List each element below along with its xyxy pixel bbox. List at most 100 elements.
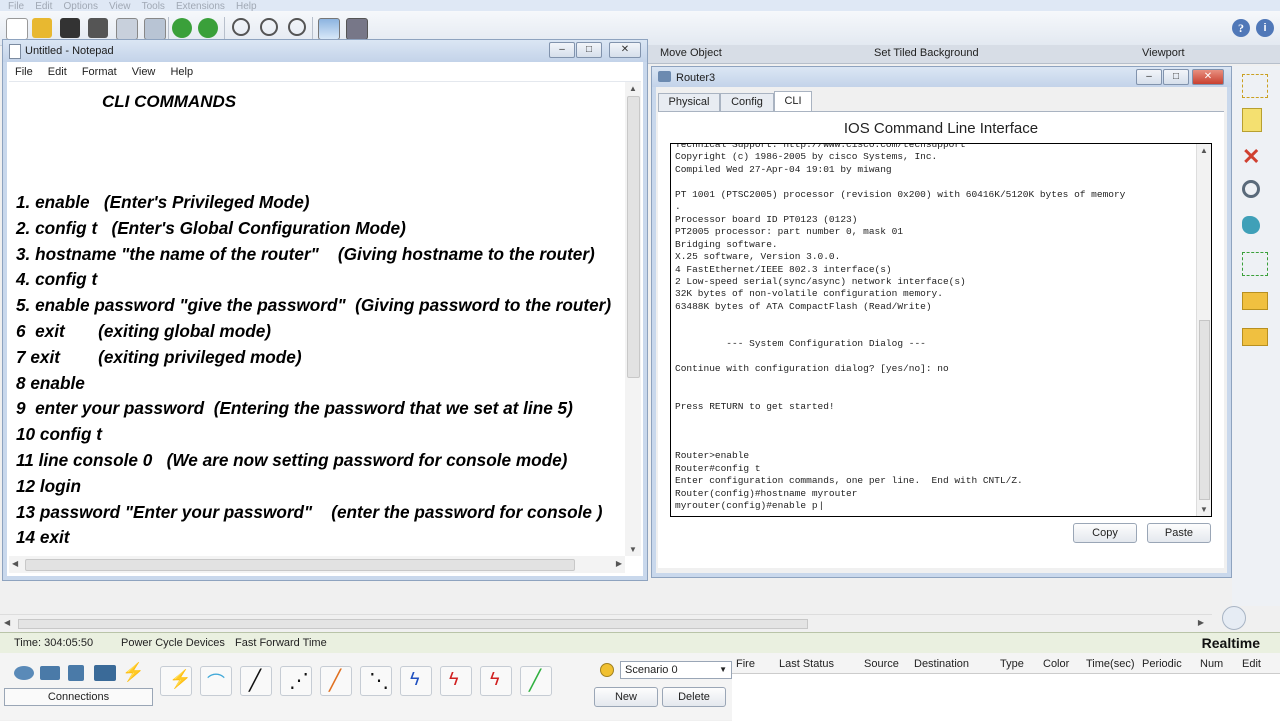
- undo-icon[interactable]: [172, 18, 192, 38]
- close-button[interactable]: ✕: [1192, 69, 1224, 85]
- scroll-right-icon[interactable]: ▶: [1198, 618, 1204, 627]
- notepad-menu-bar: File Edit Format View Help: [9, 63, 641, 82]
- phone-cable-icon[interactable]: ⋱: [360, 666, 392, 696]
- save-icon[interactable]: [60, 18, 80, 38]
- copy-icon[interactable]: [144, 18, 166, 40]
- notepad-menu-help[interactable]: Help: [170, 63, 193, 81]
- menu-edit[interactable]: Edit: [35, 2, 52, 12]
- scrollbar-thumb[interactable]: [18, 619, 808, 629]
- minimize-button[interactable]: –: [1136, 69, 1162, 85]
- realtime-clock-icon[interactable]: [1222, 606, 1246, 630]
- scenario-select[interactable]: Scenario 0 ▼: [620, 661, 732, 679]
- console-cable-icon[interactable]: ⌒: [200, 666, 232, 696]
- tab-physical[interactable]: Physical: [658, 93, 720, 111]
- close-button[interactable]: ✕: [609, 42, 641, 58]
- notepad-text-area[interactable]: CLI COMMANDS 1. enable (Enter's Privileg…: [9, 82, 625, 556]
- scroll-left-icon[interactable]: ◀: [12, 559, 18, 568]
- notepad-vertical-scrollbar[interactable]: ▲ ▼: [625, 82, 641, 556]
- help-icon[interactable]: ?: [1232, 19, 1250, 37]
- toolbar-separator: [312, 17, 313, 39]
- serial-dte-cable-icon[interactable]: ϟ: [480, 666, 512, 696]
- scrollbar-thumb[interactable]: [627, 96, 640, 378]
- workspace-horizontal-scrollbar[interactable]: ◀ ▶: [0, 614, 1212, 631]
- scroll-up-icon[interactable]: ▲: [1200, 146, 1208, 155]
- drawing-palette-icon[interactable]: [318, 18, 340, 40]
- scroll-right-icon[interactable]: ▶: [616, 559, 622, 568]
- pdu-list[interactable]: [732, 673, 1280, 721]
- select-icon[interactable]: [1242, 74, 1268, 98]
- activity-wizard-icon[interactable]: [116, 18, 138, 40]
- routers-category-icon[interactable]: [14, 666, 34, 680]
- realtime-mode-label[interactable]: Realtime: [1202, 635, 1260, 651]
- scrollbar-thumb[interactable]: [25, 559, 575, 571]
- open-folder-icon[interactable]: [32, 18, 52, 38]
- pdu-header-type: Type: [1000, 658, 1024, 670]
- coaxial-cable-icon[interactable]: ϟ: [400, 666, 432, 696]
- maximize-button[interactable]: □: [1163, 69, 1189, 85]
- notepad-menu-edit[interactable]: Edit: [48, 63, 67, 81]
- set-tiled-background-label[interactable]: Set Tiled Background: [874, 47, 979, 59]
- redo-icon[interactable]: [198, 18, 218, 38]
- notepad-menu-view[interactable]: View: [132, 63, 156, 81]
- crossover-cable-icon[interactable]: ⋰: [280, 666, 312, 696]
- device-category-label: Connections: [4, 688, 153, 706]
- viewport-label[interactable]: Viewport: [1142, 47, 1185, 59]
- tab-cli[interactable]: CLI: [774, 91, 812, 111]
- scrollbar-thumb[interactable]: [1199, 320, 1210, 500]
- fast-forward-time-button[interactable]: Fast Forward Time: [235, 637, 327, 649]
- delete-icon[interactable]: ✕: [1242, 146, 1266, 168]
- add-complex-pdu-icon[interactable]: [1242, 328, 1268, 346]
- menu-tools[interactable]: Tools: [142, 2, 165, 12]
- zoom-reset-icon[interactable]: [260, 18, 278, 36]
- move-object-label[interactable]: Move Object: [660, 47, 722, 59]
- straight-through-cable-icon[interactable]: ╱: [240, 666, 272, 696]
- menu-options[interactable]: Options: [63, 2, 97, 12]
- maximize-button[interactable]: □: [576, 42, 602, 58]
- copy-button[interactable]: Copy: [1073, 523, 1137, 543]
- menu-file[interactable]: File: [8, 2, 24, 12]
- console-scrollbar[interactable]: ▲ ▼: [1196, 144, 1211, 516]
- add-simple-pdu-icon[interactable]: [1242, 292, 1268, 310]
- print-icon[interactable]: [88, 18, 108, 38]
- serial-dce-cable-icon[interactable]: ϟ: [440, 666, 472, 696]
- new-file-icon[interactable]: [6, 18, 28, 40]
- scroll-down-icon[interactable]: ▼: [1200, 505, 1208, 514]
- notepad-line: 7 exit (exiting privileged mode): [16, 346, 302, 367]
- menu-extensions[interactable]: Extensions: [176, 2, 225, 12]
- auto-connection-icon[interactable]: ⚡: [160, 666, 192, 696]
- menu-help[interactable]: Help: [236, 2, 257, 12]
- notepad-horizontal-scrollbar[interactable]: ◀ ▶: [9, 556, 625, 573]
- notepad-menu-format[interactable]: Format: [82, 63, 117, 81]
- fiber-cable-icon[interactable]: ╱: [320, 666, 352, 696]
- delete-scenario-button[interactable]: Delete: [662, 687, 726, 707]
- menu-view[interactable]: View: [109, 2, 131, 12]
- paste-button[interactable]: Paste: [1147, 523, 1211, 543]
- notepad-titlebar[interactable]: Untitled - Notepad – □ ✕: [3, 40, 647, 62]
- zoom-out-icon[interactable]: [288, 18, 306, 36]
- power-cycle-devices-button[interactable]: Power Cycle Devices: [121, 637, 225, 649]
- resize-shape-icon[interactable]: [1242, 252, 1268, 276]
- octal-cable-icon[interactable]: ╱: [520, 666, 552, 696]
- scroll-down-icon[interactable]: ▼: [629, 545, 637, 554]
- connections-category-icon[interactable]: ⚡: [122, 663, 144, 681]
- wireless-category-icon[interactable]: [94, 665, 116, 681]
- custom-devices-icon[interactable]: [346, 18, 368, 40]
- minimize-button[interactable]: –: [549, 42, 575, 58]
- cli-console[interactable]: Technical Support: http://www.cisco.com/…: [670, 143, 1212, 517]
- scroll-left-icon[interactable]: ◀: [4, 618, 10, 627]
- notepad-icon: [9, 44, 21, 59]
- notepad-menu-file[interactable]: File: [15, 63, 33, 81]
- notepad-line: 2. config t (Enter's Global Configuratio…: [16, 217, 406, 238]
- switches-category-icon[interactable]: [40, 666, 60, 680]
- scenario-info-icon[interactable]: [600, 663, 614, 677]
- inspect-icon[interactable]: [1242, 180, 1260, 198]
- router-titlebar[interactable]: Router3 – □ ✕: [652, 67, 1231, 87]
- tab-config[interactable]: Config: [720, 93, 774, 111]
- new-scenario-button[interactable]: New: [594, 687, 658, 707]
- draw-shape-icon[interactable]: [1242, 216, 1260, 234]
- hubs-category-icon[interactable]: [68, 665, 84, 681]
- scroll-up-icon[interactable]: ▲: [629, 84, 637, 93]
- note-icon[interactable]: [1242, 108, 1262, 132]
- info-icon[interactable]: i: [1256, 19, 1274, 37]
- zoom-in-icon[interactable]: [232, 18, 250, 36]
